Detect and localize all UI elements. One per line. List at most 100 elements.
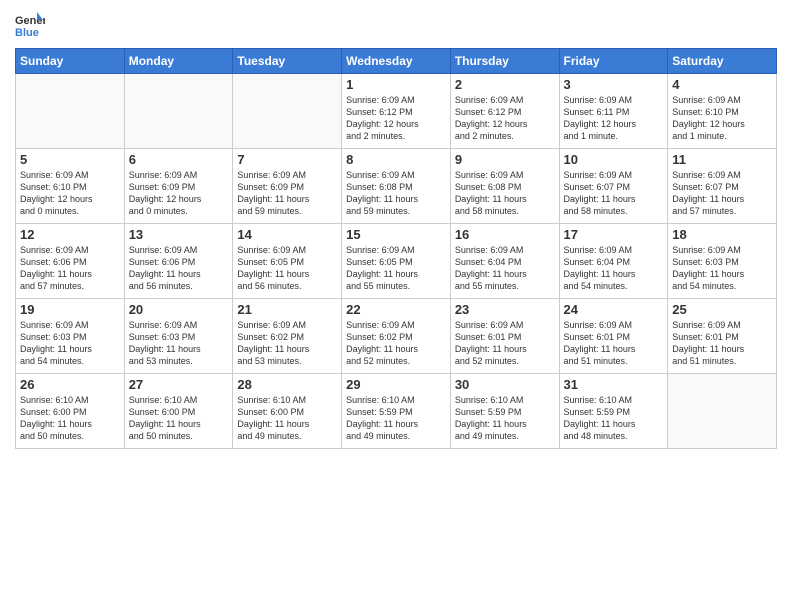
day-info: Sunrise: 6:09 AM Sunset: 6:10 PM Dayligh… bbox=[20, 169, 120, 218]
day-info: Sunrise: 6:09 AM Sunset: 6:08 PM Dayligh… bbox=[455, 169, 555, 218]
day-number: 28 bbox=[237, 377, 337, 392]
calendar-cell: 5 Sunrise: 6:09 AM Sunset: 6:10 PM Daylig… bbox=[16, 149, 125, 224]
day-number: 31 bbox=[564, 377, 664, 392]
day-info: Sunrise: 6:09 AM Sunset: 6:10 PM Dayligh… bbox=[672, 94, 772, 143]
weekday-header-thursday: Thursday bbox=[450, 49, 559, 74]
calendar-cell: 4 Sunrise: 6:09 AM Sunset: 6:10 PM Daylig… bbox=[668, 74, 777, 149]
day-info: Sunrise: 6:09 AM Sunset: 6:03 PM Dayligh… bbox=[20, 319, 120, 368]
calendar-cell bbox=[668, 374, 777, 449]
day-number: 12 bbox=[20, 227, 120, 242]
calendar-cell: 15 Sunrise: 6:09 AM Sunset: 6:05 PM Dayli… bbox=[342, 224, 451, 299]
day-info: Sunrise: 6:10 AM Sunset: 6:00 PM Dayligh… bbox=[237, 394, 337, 443]
calendar-cell: 20 Sunrise: 6:09 AM Sunset: 6:03 PM Dayli… bbox=[124, 299, 233, 374]
day-number: 29 bbox=[346, 377, 446, 392]
day-info: Sunrise: 6:09 AM Sunset: 6:07 PM Dayligh… bbox=[672, 169, 772, 218]
calendar-cell: 19 Sunrise: 6:09 AM Sunset: 6:03 PM Dayli… bbox=[16, 299, 125, 374]
day-number: 24 bbox=[564, 302, 664, 317]
svg-text:Blue: Blue bbox=[15, 27, 39, 39]
weekday-header-wednesday: Wednesday bbox=[342, 49, 451, 74]
day-info: Sunrise: 6:10 AM Sunset: 5:59 PM Dayligh… bbox=[346, 394, 446, 443]
calendar-cell: 26 Sunrise: 6:10 AM Sunset: 6:00 PM Dayli… bbox=[16, 374, 125, 449]
day-number: 25 bbox=[672, 302, 772, 317]
day-info: Sunrise: 6:09 AM Sunset: 6:11 PM Dayligh… bbox=[564, 94, 664, 143]
day-info: Sunrise: 6:09 AM Sunset: 6:06 PM Dayligh… bbox=[20, 244, 120, 293]
day-info: Sunrise: 6:09 AM Sunset: 6:05 PM Dayligh… bbox=[237, 244, 337, 293]
calendar-cell: 24 Sunrise: 6:09 AM Sunset: 6:01 PM Dayli… bbox=[559, 299, 668, 374]
calendar-cell: 6 Sunrise: 6:09 AM Sunset: 6:09 PM Daylig… bbox=[124, 149, 233, 224]
day-number: 22 bbox=[346, 302, 446, 317]
day-number: 14 bbox=[237, 227, 337, 242]
calendar-cell: 22 Sunrise: 6:09 AM Sunset: 6:02 PM Dayli… bbox=[342, 299, 451, 374]
day-number: 6 bbox=[129, 152, 229, 167]
calendar: SundayMondayTuesdayWednesdayThursdayFrid… bbox=[15, 48, 777, 449]
calendar-cell: 9 Sunrise: 6:09 AM Sunset: 6:08 PM Daylig… bbox=[450, 149, 559, 224]
day-number: 5 bbox=[20, 152, 120, 167]
logo-icon: General Blue bbox=[15, 10, 45, 40]
calendar-cell: 8 Sunrise: 6:09 AM Sunset: 6:08 PM Daylig… bbox=[342, 149, 451, 224]
day-info: Sunrise: 6:09 AM Sunset: 6:02 PM Dayligh… bbox=[346, 319, 446, 368]
day-number: 1 bbox=[346, 77, 446, 92]
calendar-cell: 14 Sunrise: 6:09 AM Sunset: 6:05 PM Dayli… bbox=[233, 224, 342, 299]
day-info: Sunrise: 6:09 AM Sunset: 6:01 PM Dayligh… bbox=[672, 319, 772, 368]
day-number: 4 bbox=[672, 77, 772, 92]
header: General Blue bbox=[15, 10, 777, 40]
day-info: Sunrise: 6:09 AM Sunset: 6:05 PM Dayligh… bbox=[346, 244, 446, 293]
day-info: Sunrise: 6:10 AM Sunset: 5:59 PM Dayligh… bbox=[564, 394, 664, 443]
day-info: Sunrise: 6:09 AM Sunset: 6:01 PM Dayligh… bbox=[564, 319, 664, 368]
day-number: 18 bbox=[672, 227, 772, 242]
day-info: Sunrise: 6:09 AM Sunset: 6:09 PM Dayligh… bbox=[237, 169, 337, 218]
day-info: Sunrise: 6:09 AM Sunset: 6:02 PM Dayligh… bbox=[237, 319, 337, 368]
calendar-cell: 13 Sunrise: 6:09 AM Sunset: 6:06 PM Dayli… bbox=[124, 224, 233, 299]
calendar-cell: 18Sunrise: 6:09 AM Sunset: 6:03 PM Dayli… bbox=[668, 224, 777, 299]
calendar-cell: 17 Sunrise: 6:09 AM Sunset: 6:04 PM Dayli… bbox=[559, 224, 668, 299]
day-number: 13 bbox=[129, 227, 229, 242]
day-number: 15 bbox=[346, 227, 446, 242]
weekday-header-monday: Monday bbox=[124, 49, 233, 74]
day-info: Sunrise: 6:10 AM Sunset: 6:00 PM Dayligh… bbox=[129, 394, 229, 443]
day-number: 26 bbox=[20, 377, 120, 392]
calendar-cell: 21Sunrise: 6:09 AM Sunset: 6:02 PM Dayli… bbox=[233, 299, 342, 374]
calendar-cell: 1 Sunrise: 6:09 AM Sunset: 6:12 PM Daylig… bbox=[342, 74, 451, 149]
day-info: Sunrise: 6:09 AM Sunset: 6:12 PM Dayligh… bbox=[346, 94, 446, 143]
day-number: 2 bbox=[455, 77, 555, 92]
day-info: Sunrise: 6:09 AM Sunset: 6:03 PM Dayligh… bbox=[129, 319, 229, 368]
calendar-cell: 3 Sunrise: 6:09 AM Sunset: 6:11 PM Daylig… bbox=[559, 74, 668, 149]
calendar-cell: 31 Sunrise: 6:10 AM Sunset: 5:59 PM Dayli… bbox=[559, 374, 668, 449]
calendar-cell: 7 Sunrise: 6:09 AM Sunset: 6:09 PM Daylig… bbox=[233, 149, 342, 224]
calendar-cell: 11 Sunrise: 6:09 AM Sunset: 6:07 PM Dayli… bbox=[668, 149, 777, 224]
day-number: 30 bbox=[455, 377, 555, 392]
calendar-cell: 30 Sunrise: 6:10 AM Sunset: 5:59 PM Dayli… bbox=[450, 374, 559, 449]
calendar-cell: 16Sunrise: 6:09 AM Sunset: 6:04 PM Dayli… bbox=[450, 224, 559, 299]
day-number: 3 bbox=[564, 77, 664, 92]
day-number: 23 bbox=[455, 302, 555, 317]
day-info: Sunrise: 6:09 AM Sunset: 6:04 PM Dayligh… bbox=[564, 244, 664, 293]
calendar-cell bbox=[124, 74, 233, 149]
day-info: Sunrise: 6:09 AM Sunset: 6:06 PM Dayligh… bbox=[129, 244, 229, 293]
day-info: Sunrise: 6:09 AM Sunset: 6:07 PM Dayligh… bbox=[564, 169, 664, 218]
day-number: 7 bbox=[237, 152, 337, 167]
day-number: 10 bbox=[564, 152, 664, 167]
calendar-cell: 23 Sunrise: 6:09 AM Sunset: 6:01 PM Dayli… bbox=[450, 299, 559, 374]
day-number: 8 bbox=[346, 152, 446, 167]
day-number: 20 bbox=[129, 302, 229, 317]
calendar-cell: 12 Sunrise: 6:09 AM Sunset: 6:06 PM Dayli… bbox=[16, 224, 125, 299]
day-number: 27 bbox=[129, 377, 229, 392]
weekday-header-tuesday: Tuesday bbox=[233, 49, 342, 74]
day-number: 11 bbox=[672, 152, 772, 167]
day-number: 17 bbox=[564, 227, 664, 242]
calendar-cell: 25 Sunrise: 6:09 AM Sunset: 6:01 PM Dayli… bbox=[668, 299, 777, 374]
day-number: 16 bbox=[455, 227, 555, 242]
day-info: Sunrise: 6:09 AM Sunset: 6:09 PM Dayligh… bbox=[129, 169, 229, 218]
weekday-header-sunday: Sunday bbox=[16, 49, 125, 74]
day-info: Sunrise: 6:09 AM Sunset: 6:12 PM Dayligh… bbox=[455, 94, 555, 143]
weekday-header-saturday: Saturday bbox=[668, 49, 777, 74]
calendar-cell bbox=[16, 74, 125, 149]
day-number: 9 bbox=[455, 152, 555, 167]
calendar-cell: 2 Sunrise: 6:09 AM Sunset: 6:12 PM Daylig… bbox=[450, 74, 559, 149]
calendar-cell: 29 Sunrise: 6:10 AM Sunset: 5:59 PM Dayli… bbox=[342, 374, 451, 449]
day-number: 19 bbox=[20, 302, 120, 317]
day-info: Sunrise: 6:09 AM Sunset: 6:08 PM Dayligh… bbox=[346, 169, 446, 218]
day-info: Sunrise: 6:10 AM Sunset: 6:00 PM Dayligh… bbox=[20, 394, 120, 443]
day-info: Sunrise: 6:09 AM Sunset: 6:01 PM Dayligh… bbox=[455, 319, 555, 368]
day-info: Sunrise: 6:10 AM Sunset: 5:59 PM Dayligh… bbox=[455, 394, 555, 443]
